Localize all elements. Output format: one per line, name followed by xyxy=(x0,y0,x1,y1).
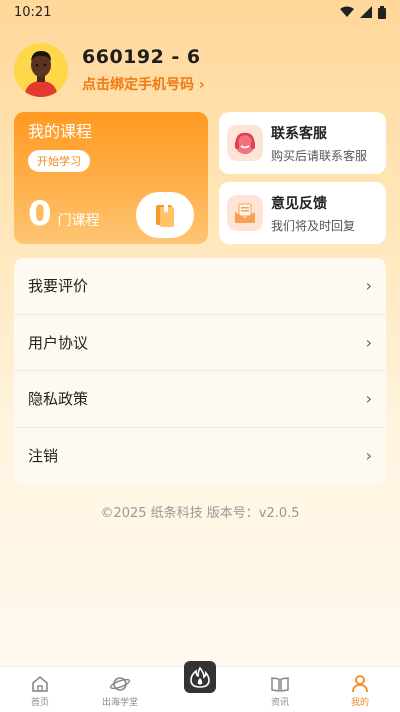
support-title: 联系客服 xyxy=(271,125,327,142)
profile-text: 660192 - 6 点击绑定手机号码 › xyxy=(82,46,205,94)
chevron-right-icon: › xyxy=(365,276,372,296)
menu-item-label: 隐私政策 xyxy=(28,390,89,409)
support-icon-wrap xyxy=(227,125,263,161)
home-icon xyxy=(30,673,50,695)
support-subtitle: 购买后请联系客服 xyxy=(271,148,368,163)
nav-item-mine[interactable]: 我的 xyxy=(320,673,400,708)
course-count-number: 0 xyxy=(28,194,52,234)
menu-item-user-agreement[interactable]: 用户协议 › xyxy=(14,315,386,371)
course-count-unit: 门课程 xyxy=(57,213,100,229)
avatar-figure-icon xyxy=(14,43,68,97)
wifi-icon xyxy=(340,6,354,17)
settings-menu: 我要评价 › 用户协议 › 隐私政策 › 注销 › xyxy=(14,258,386,484)
book-open-icon xyxy=(270,673,290,695)
book-icon xyxy=(156,205,174,227)
course-card-title: 我的课程 xyxy=(28,122,93,141)
username: 660192 - 6 xyxy=(82,46,201,68)
chevron-right-icon: › xyxy=(365,332,372,352)
support-text: 联系客服 购买后请联系客服 xyxy=(271,123,367,164)
menu-item-label: 我要评价 xyxy=(28,277,89,296)
nav-label: 资讯 xyxy=(270,698,289,708)
menu-item-privacy-policy[interactable]: 隐私政策 › xyxy=(14,371,386,428)
menu-item-rate[interactable]: 我要评价 › xyxy=(14,258,386,315)
feedback-title: 意见反馈 xyxy=(271,195,327,212)
chevron-right-icon: › xyxy=(365,389,372,409)
feedback-text: 意见反馈 我们将及时回复 xyxy=(271,193,355,234)
status-icons xyxy=(340,5,386,19)
course-count: 0 门课程 xyxy=(28,194,100,234)
headset-icon xyxy=(235,132,255,154)
course-book-button[interactable] xyxy=(136,192,194,238)
feedback-card[interactable]: 意见反馈 我们将及时回复 xyxy=(219,182,386,244)
profile-header: 660192 - 6 点击绑定手机号码 › xyxy=(14,42,386,98)
center-flame-button[interactable] xyxy=(184,661,216,693)
my-course-card[interactable]: 我的课程 开始学习 0 门课程 xyxy=(14,112,208,244)
chevron-right-icon: › xyxy=(365,446,372,466)
nav-item-academy[interactable]: 出海学堂 xyxy=(80,673,160,708)
signal-icon xyxy=(360,6,372,18)
feedback-icon-wrap xyxy=(227,195,263,231)
nav-label: 我的 xyxy=(350,698,369,708)
start-learning-button[interactable]: 开始学习 xyxy=(28,150,90,172)
nav-label: 出海学堂 xyxy=(101,698,138,708)
planet-icon xyxy=(109,673,131,695)
contact-support-card[interactable]: 联系客服 购买后请联系客服 xyxy=(219,112,386,174)
menu-item-label: 用户协议 xyxy=(28,333,89,352)
menu-item-deactivate[interactable]: 注销 › xyxy=(14,428,386,485)
user-icon xyxy=(350,673,370,695)
nav-item-news[interactable]: 资讯 xyxy=(240,673,320,708)
bottom-nav: 首页 出海学堂 资讯 我的 xyxy=(0,661,400,712)
feedback-subtitle: 我们将及时回复 xyxy=(271,218,356,233)
battery-icon xyxy=(378,5,386,19)
flame-icon xyxy=(190,666,210,688)
nav-item-home[interactable]: 首页 xyxy=(0,673,80,708)
status-time: 10:21 xyxy=(14,4,52,20)
nav-label: 首页 xyxy=(30,698,49,708)
avatar[interactable] xyxy=(14,43,68,97)
bind-phone-link[interactable]: 点击绑定手机号码 › xyxy=(82,74,205,94)
status-bar: 10:21 xyxy=(0,0,400,24)
mail-icon xyxy=(235,203,255,223)
copyright-text: ©2025 纸条科技 版本号：v2.0.5 xyxy=(100,506,300,521)
menu-item-label: 注销 xyxy=(28,447,59,466)
